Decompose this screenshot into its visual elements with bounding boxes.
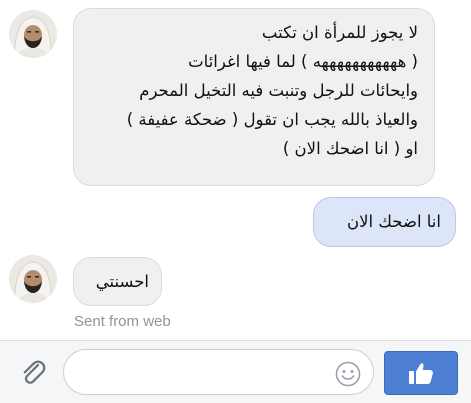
message-text: انا اضحك الان xyxy=(347,212,441,231)
like-button[interactable] xyxy=(384,351,458,395)
outgoing-message-bubble[interactable]: انا اضحك الان xyxy=(313,197,456,247)
paperclip-icon[interactable] xyxy=(17,356,49,388)
message-text: لا يجوز للمرأة ان تكتب ( هههههههههههه ) … xyxy=(126,23,418,158)
sender-avatar[interactable] xyxy=(9,255,57,303)
smiley-icon[interactable] xyxy=(335,361,361,387)
avatar-image xyxy=(9,255,57,303)
sender-avatar[interactable] xyxy=(9,10,57,58)
incoming-message-bubble[interactable]: لا يجوز للمرأة ان تكتب ( هههههههههههه ) … xyxy=(73,8,435,186)
message-thread: لا يجوز للمرأة ان تكتب ( هههههههههههه ) … xyxy=(0,0,471,340)
message-text: احسنتي xyxy=(95,271,149,291)
thumbs-up-icon xyxy=(409,363,433,384)
message-input[interactable] xyxy=(63,349,374,395)
avatar-image xyxy=(9,10,57,58)
sent-from-label: Sent from web xyxy=(74,313,171,330)
composer-bar xyxy=(0,340,471,403)
incoming-message-bubble[interactable]: احسنتي xyxy=(73,257,162,306)
